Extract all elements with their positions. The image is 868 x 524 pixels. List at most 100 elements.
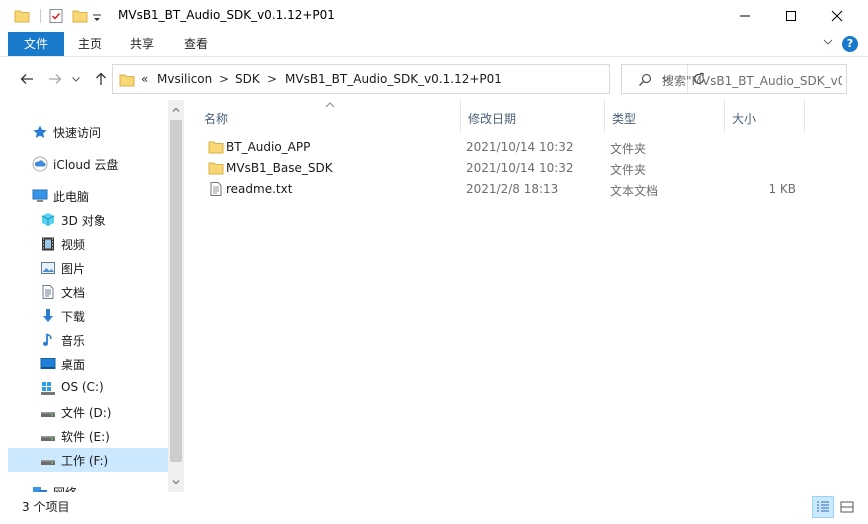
music-icon [40, 332, 56, 348]
sidebar-scrollbar[interactable] [168, 100, 184, 492]
file-name: BT_Audio_APP [226, 140, 311, 154]
column-header-name[interactable]: 名称 [196, 100, 460, 132]
file-type: 文件夹 [610, 142, 647, 156]
drive-icon [40, 428, 56, 444]
pictures-icon [40, 260, 56, 276]
forward-button[interactable] [46, 70, 64, 88]
breadcrumb-sdk[interactable]: SDK [235, 72, 260, 86]
status-bar: 3 个项目 [0, 492, 868, 524]
navigation-bar: « Mvsilicon > SDK > MVsB1_BT_Audio_SDK_v… [0, 57, 868, 99]
file-date: 2021/10/14 10:32 [466, 140, 574, 154]
file-list: 名称 修改日期 类型 大小 BT_Audio_APP 2021/10/14 10… [184, 100, 868, 492]
recent-locations-button[interactable] [70, 70, 82, 88]
sidebar-item-downloads[interactable]: 下载 [8, 304, 168, 328]
sidebar-item-label: 文件 (D:) [61, 406, 112, 420]
sidebar-item-label: 音乐 [61, 334, 86, 348]
file-name: readme.txt [226, 182, 293, 196]
quick-access-separator [40, 9, 41, 23]
file-name: MVsB1_Base_SDK [226, 161, 333, 175]
3d-objects-icon [40, 212, 56, 228]
close-icon [831, 10, 843, 22]
sidebar-item-quick-access[interactable]: 快速访问 [8, 120, 168, 144]
column-header-date[interactable]: 修改日期 [460, 100, 604, 132]
computer-icon [32, 188, 48, 204]
up-button[interactable] [92, 70, 110, 88]
sidebar-item-label: 工作 (F:) [61, 454, 109, 468]
overflow-chevron[interactable]: « [141, 72, 148, 86]
sidebar-item-label: 图片 [61, 262, 86, 276]
breadcrumb-separator[interactable]: > [267, 72, 277, 86]
sidebar-item-videos[interactable]: 视频 [8, 232, 168, 256]
tab-file[interactable]: 文件 [8, 32, 64, 56]
search-input[interactable]: 搜索"MVsB1_BT_Audio_SDK_v0... [621, 64, 847, 94]
window-title: MVsB1_BT_Audio_SDK_v0.1.12+P01 [118, 8, 335, 22]
desktop-icon [40, 356, 56, 372]
sidebar-item-documents[interactable]: 文档 [8, 280, 168, 304]
sidebar-item-drive-f[interactable]: 工作 (F:) [8, 448, 168, 472]
details-view-button[interactable] [812, 496, 834, 518]
drive-icon [40, 404, 56, 420]
column-header-size[interactable]: 大小 [724, 100, 804, 132]
minimize-button[interactable] [722, 0, 768, 32]
table-row[interactable]: MVsB1_Base_SDK 2021/10/14 10:32 文件夹 [200, 158, 810, 179]
properties-icon[interactable] [48, 8, 64, 24]
folder-icon [208, 160, 224, 176]
ribbon-tabs: 文件 主页 共享 查看 [0, 32, 868, 56]
download-icon [40, 308, 56, 324]
expand-ribbon-icon[interactable] [822, 36, 834, 51]
tab-view[interactable]: 查看 [172, 32, 220, 56]
tab-home[interactable]: 主页 [66, 32, 114, 56]
sidebar-item-label: OS (C:) [61, 380, 104, 394]
table-row[interactable]: readme.txt 2021/2/8 18:13 文本文档 1 KB [200, 179, 810, 200]
search-placeholder: 搜索"MVsB1_BT_Audio_SDK_v0... [662, 74, 842, 88]
tab-share[interactable]: 共享 [118, 32, 166, 56]
chevron-down-icon [72, 77, 80, 82]
sidebar-item-label: iCloud 云盘 [53, 158, 119, 172]
file-type: 文本文档 [610, 184, 659, 198]
customize-toolbar-icon[interactable] [92, 8, 102, 24]
sidebar-item-desktop[interactable]: 桌面 [8, 352, 168, 376]
scroll-up-button[interactable] [168, 102, 184, 118]
close-button[interactable] [814, 0, 860, 32]
sidebar-item-label: 软件 (E:) [61, 430, 110, 444]
address-bar[interactable]: « Mvsilicon > SDK > MVsB1_BT_Audio_SDK_v… [112, 64, 704, 94]
search-icon [638, 73, 652, 90]
folder-icon [208, 139, 224, 155]
sidebar-item-icloud[interactable]: iCloud 云盘 [8, 152, 168, 176]
column-header-type[interactable]: 类型 [604, 100, 724, 132]
sidebar-item-3d-objects[interactable]: 3D 对象 [8, 208, 168, 232]
file-date: 2021/10/14 10:32 [466, 161, 574, 175]
chevron-up-icon [172, 107, 180, 112]
back-button[interactable] [18, 70, 36, 88]
breadcrumb-mvsilicon[interactable]: Mvsilicon [157, 72, 212, 86]
sidebar-item-label: 下载 [61, 310, 86, 324]
folder-icon [119, 72, 135, 91]
windows-drive-icon [40, 380, 56, 396]
arrow-left-icon [20, 74, 33, 84]
cloud-icon [32, 156, 48, 172]
new-folder-icon[interactable] [72, 8, 88, 24]
column-divider[interactable] [804, 100, 805, 132]
chevron-down-icon [172, 480, 180, 485]
sidebar-item-music[interactable]: 音乐 [8, 328, 168, 352]
video-icon [40, 236, 56, 252]
arrow-up-icon [96, 72, 106, 85]
sidebar-item-pictures[interactable]: 图片 [8, 256, 168, 280]
sidebar-item-network[interactable]: 网络 [8, 480, 168, 492]
breadcrumb-separator[interactable]: > [219, 72, 229, 86]
sidebar-item-label: 视频 [61, 238, 86, 252]
large-icons-view-button[interactable] [836, 496, 858, 518]
sidebar-item-drive-e[interactable]: 软件 (E:) [8, 424, 168, 448]
sidebar-item-drive-c[interactable]: OS (C:) [8, 376, 168, 400]
scroll-down-button[interactable] [168, 474, 184, 490]
breadcrumb-current[interactable]: MVsB1_BT_Audio_SDK_v0.1.12+P01 [285, 72, 502, 86]
file-size: 1 KB [768, 182, 796, 196]
table-row[interactable]: BT_Audio_APP 2021/10/14 10:32 文件夹 [200, 137, 810, 158]
navigation-pane: 快速访问 iCloud 云盘 此电脑 3D 对象 视频 图片 文档 下载 音乐 … [8, 100, 168, 492]
scrollbar-thumb[interactable] [170, 120, 182, 462]
help-icon[interactable]: ? [842, 36, 858, 52]
maximize-button[interactable] [768, 0, 814, 32]
sidebar-item-drive-d[interactable]: 文件 (D:) [8, 400, 168, 424]
maximize-icon [786, 11, 796, 21]
sidebar-item-this-pc[interactable]: 此电脑 [8, 184, 168, 208]
